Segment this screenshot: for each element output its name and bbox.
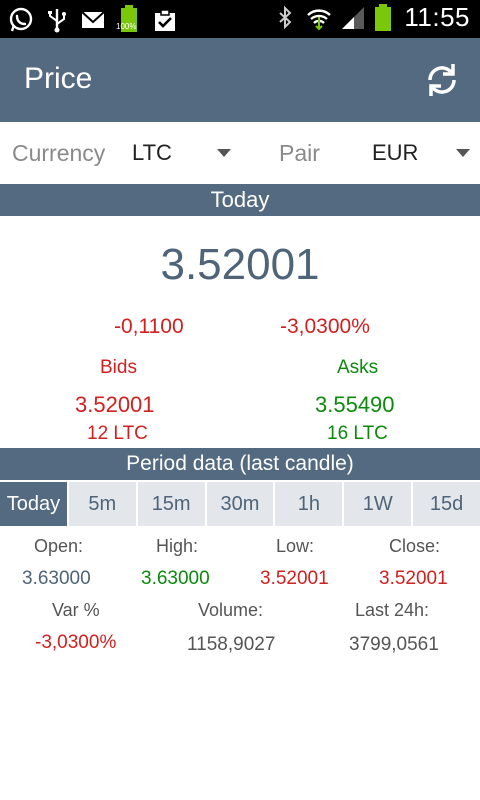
asks-value: 3.55490: [315, 392, 395, 417]
usb-icon: [48, 9, 66, 33]
asks-label: Asks: [337, 357, 379, 378]
app-bar: Price: [0, 38, 480, 122]
chevron-down-icon: [456, 149, 470, 157]
tab-30m[interactable]: 30m: [206, 482, 274, 526]
current-price: 3.52001: [160, 240, 320, 289]
selector-row: Currency LTC Pair EUR: [0, 124, 480, 182]
currency-dropdown[interactable]: LTC: [125, 130, 240, 176]
tab-1h[interactable]: 1h: [275, 482, 343, 526]
bids-amount: 12 LTC: [87, 423, 148, 444]
battery-full-icon: 100%: [116, 5, 142, 35]
bids-label: Bids: [100, 357, 137, 378]
whatsapp-icon: [9, 7, 33, 32]
period-tabs: Today 5m 15m 30m 1h 1W 15d: [0, 482, 480, 526]
pair-dropdown[interactable]: EUR: [362, 130, 477, 176]
tab-today[interactable]: Today: [0, 482, 67, 526]
close-value: 3.52001: [379, 568, 448, 589]
battery-icon: [375, 3, 392, 31]
pair-value: EUR: [372, 140, 419, 165]
low-label: Low:: [276, 536, 315, 556]
bids-value: 3.52001: [75, 392, 155, 417]
currency-label: Currency: [12, 140, 106, 166]
status-bar: 100% 11:55: [0, 0, 480, 38]
refresh-icon[interactable]: [422, 60, 462, 100]
clock: 11:55: [404, 2, 470, 32]
wifi-icon: [307, 8, 332, 30]
last24h-value: 3799,0561: [349, 634, 439, 655]
chevron-down-icon: [217, 149, 231, 157]
pair-label: Pair: [279, 140, 320, 166]
tab-1w[interactable]: 1W: [344, 482, 412, 526]
open-value: 3.63000: [22, 568, 91, 589]
today-header: Today: [0, 184, 480, 216]
page-title: Price: [24, 62, 93, 95]
bluetooth-icon: [279, 5, 292, 29]
volume-value: 1158,9027: [187, 634, 276, 655]
currency-value: LTC: [132, 140, 172, 165]
high-value: 3.63000: [141, 568, 210, 589]
last24h-label: Last 24h:: [355, 600, 430, 620]
high-label: High:: [156, 536, 199, 556]
tab-5m[interactable]: 5m: [68, 482, 136, 526]
open-label: Open:: [34, 536, 84, 556]
var-label: Var %: [52, 600, 100, 620]
clipboard-check-icon: [155, 9, 175, 31]
volume-label: Volume:: [198, 600, 264, 620]
battery-percent: 100%: [116, 22, 137, 31]
asks-amount: 16 LTC: [327, 423, 388, 444]
change-percent: -3,0300%: [280, 315, 370, 338]
period-header: Period data (last candle): [0, 448, 480, 480]
close-label: Close:: [389, 536, 441, 556]
tab-15d[interactable]: 15d: [413, 482, 480, 526]
low-value: 3.52001: [260, 568, 329, 589]
var-value: -3,0300%: [35, 632, 117, 653]
change-absolute: -0,1100: [114, 315, 184, 338]
email-icon: [81, 11, 105, 28]
tab-15m[interactable]: 15m: [137, 482, 205, 526]
signal-icon: [342, 6, 365, 29]
